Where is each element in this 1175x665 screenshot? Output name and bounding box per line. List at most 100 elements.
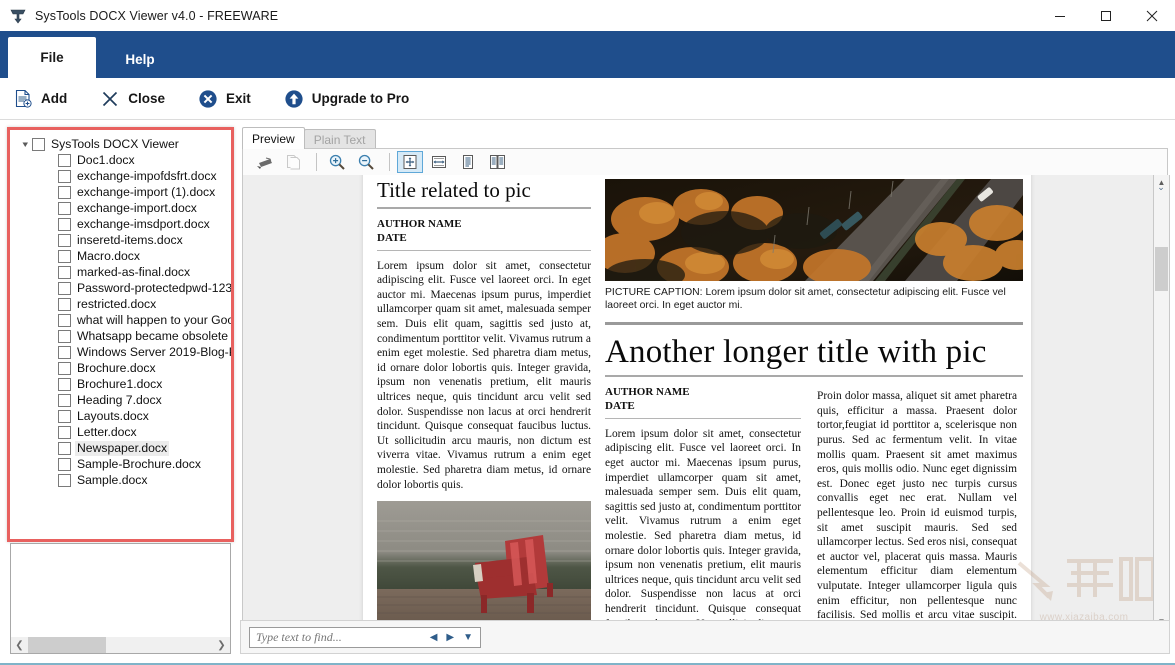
close-button[interactable] [1129,0,1175,31]
tree-item-label: Layouts.docx [77,408,149,423]
tab-preview[interactable]: Preview [242,127,305,149]
tree-item[interactable]: Newspaper.docx [10,440,231,456]
tree-item-checkbox[interactable] [58,361,71,375]
tree-item-checkbox[interactable] [58,185,71,199]
exit-button[interactable]: Exit [193,85,263,113]
tree-item-checkbox[interactable] [58,265,71,279]
tree-item-checkbox[interactable] [58,169,71,183]
tree-item[interactable]: inseretd-items.docx [10,232,231,248]
hscroll-thumb[interactable] [28,637,106,653]
document-vscrollbar[interactable]: ▲ ▼ [1153,175,1170,630]
exit-button-label: Exit [226,91,251,106]
tree-item[interactable]: Heading 7.docx [10,392,231,408]
tree-item-label: Macro.docx [77,248,140,263]
two-page-icon[interactable] [484,151,510,173]
tree-item[interactable]: Brochure.docx [10,360,231,376]
tree-item[interactable]: what will happen to your Goog [10,312,231,328]
ribbon-tab-help[interactable]: Help [96,40,184,78]
zoom-out-icon[interactable] [353,151,379,173]
tree-item-checkbox[interactable] [58,281,71,295]
chevron-down-icon[interactable] [18,137,32,151]
tree-item[interactable]: restricted.docx [10,296,231,312]
fit-page-icon[interactable] [397,151,423,173]
article2-left-col: AUTHOR NAME DATE Lorem ipsum dolor sit a… [605,386,801,629]
zoom-in-icon[interactable] [324,151,350,173]
tree-item-checkbox[interactable] [58,473,71,487]
tree-item[interactable]: exchange-impofdsfrt.docx [10,168,231,184]
document-viewport[interactable]: Title related to pic AUTHOR NAME DATE Lo… [242,175,1168,630]
tree-item-label: Brochure1.docx [77,376,163,391]
tab-plain-text-label: Plain Text [313,132,366,147]
article2-title: Another longer title with pic [605,334,1023,378]
tree-item[interactable]: Macro.docx [10,248,231,264]
copy-pages-icon[interactable] [280,151,306,173]
tree-item-checkbox[interactable] [58,233,71,247]
tree-item[interactable]: Whatsapp became obsolete - I [10,328,231,344]
find-options-chevron-down-icon[interactable]: ▼ [463,632,473,643]
search-input[interactable] [254,629,430,646]
preview-toolbar [242,148,1168,176]
add-button[interactable]: Add [8,85,79,113]
tree-item-checkbox[interactable] [58,329,71,343]
tree-item-checkbox[interactable] [58,409,71,423]
ribbon-tab-file-label: File [40,50,64,65]
tree-item[interactable]: marked-as-final.docx [10,264,231,280]
tree-item-checkbox[interactable] [58,313,71,327]
tree-item[interactable]: Brochure1.docx [10,376,231,392]
preview-tab-strip: Preview Plain Text [242,127,376,149]
article1-byline: AUTHOR NAME DATE [377,218,591,251]
add-document-icon [12,88,34,110]
tree-item[interactable]: Layouts.docx [10,408,231,424]
vscroll-thumb[interactable] [1155,247,1168,291]
add-button-label: Add [41,91,68,106]
page-navigation-arrows[interactable]: ⌄ [1154,176,1168,198]
single-page-icon[interactable] [455,151,481,173]
tree-item-checkbox[interactable] [58,345,71,359]
print-icon[interactable] [251,151,277,173]
tree-item-checkbox[interactable] [58,249,71,263]
find-previous-icon[interactable]: ◀ [430,632,438,643]
tree-item-checkbox[interactable] [58,377,71,391]
application-window: SysTools DOCX Viewer v4.0 - FREEWARE Fil… [0,0,1175,665]
tree-item[interactable]: exchange-import.docx [10,200,231,216]
tree-item-checkbox[interactable] [58,297,71,311]
tree-item-checkbox[interactable] [58,441,71,455]
tree-root-node[interactable]: SysTools DOCX Viewer [10,136,231,152]
tree-item-label: inseretd-items.docx [77,232,183,247]
tree-item[interactable]: Sample.docx [10,472,231,488]
tree-item[interactable]: Doc1.docx [10,152,231,168]
tree-item-checkbox[interactable] [58,457,71,471]
tree-item-checkbox[interactable] [58,217,71,231]
ribbon-tab-file[interactable]: File [8,37,96,78]
tree-item[interactable]: exchange-imsdport.docx [10,216,231,232]
tab-plain-text[interactable]: Plain Text [303,129,376,149]
tree-item-label: Doc1.docx [77,152,135,167]
fit-width-icon[interactable] [426,151,452,173]
maximize-button[interactable] [1083,0,1129,31]
find-bar[interactable]: ◀ ▶ ▼ [249,627,481,648]
tree-item[interactable]: Letter.docx [10,424,231,440]
tree-item-checkbox[interactable] [58,425,71,439]
tree-root-checkbox[interactable] [32,137,45,151]
minimize-button[interactable] [1037,0,1083,31]
tree-item-label: exchange-impofdsfrt.docx [77,168,217,183]
secondary-panel-hscrollbar[interactable]: ❮ ❯ [11,637,230,653]
tree-item[interactable]: Password-protectedpwd-12345 [10,280,231,296]
tree-item-label: Letter.docx [77,424,137,439]
tree-item[interactable]: Sample-Brochure.docx [10,456,231,472]
scroll-right-icon[interactable]: ❯ [213,637,230,653]
file-tree[interactable]: SysTools DOCX Viewer Doc1.docx exchange-i… [10,130,231,539]
close-button-cmd[interactable]: Close [95,85,177,113]
tree-item-checkbox[interactable] [58,153,71,167]
tree-item-checkbox[interactable] [58,393,71,407]
tree-item-checkbox[interactable] [58,201,71,215]
scroll-left-icon[interactable]: ❮ [11,637,28,653]
upgrade-to-pro-button[interactable]: Upgrade to Pro [279,85,422,113]
article1-top-photo [605,179,1023,281]
hscroll-track[interactable] [106,637,213,653]
tree-item[interactable]: Windows Server 2019-Blog-Pre [10,344,231,360]
tree-item[interactable]: exchange-import (1).docx [10,184,231,200]
find-next-icon[interactable]: ▶ [446,632,454,643]
upgrade-to-pro-label: Upgrade to Pro [311,91,410,106]
page-down-icon[interactable]: ⌄ [1157,182,1165,192]
